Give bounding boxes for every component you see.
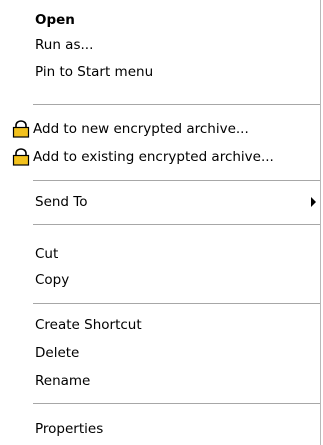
menu-item-properties[interactable]: Properties [0, 418, 320, 440]
lock-icon [11, 148, 31, 166]
menu-item-create-shortcut[interactable]: Create Shortcut [0, 314, 320, 336]
menu-item-send-to-label: Send To [35, 194, 88, 210]
menu-item-create-shortcut-label: Create Shortcut [35, 317, 142, 333]
menu-separator [33, 224, 320, 225]
menu-separator [33, 303, 320, 304]
menu-separator [33, 403, 320, 404]
menu-item-properties-label: Properties [35, 421, 104, 437]
menu-item-pin-to-start[interactable]: Pin to Start menu [0, 61, 320, 83]
menu-item-copy[interactable]: Copy [0, 269, 320, 291]
menu-item-copy-label: Copy [35, 272, 70, 288]
chevron-right-icon [311, 197, 316, 207]
menu-item-delete[interactable]: Delete [0, 342, 320, 364]
menu-item-cut-label: Cut [35, 246, 59, 262]
menu-item-cut[interactable]: Cut [0, 243, 320, 265]
menu-item-delete-label: Delete [35, 345, 80, 361]
menu-item-send-to[interactable]: Send To [0, 191, 320, 213]
menu-item-rename-label: Rename [35, 373, 91, 389]
menu-separator [33, 180, 320, 181]
menu-item-pin-to-start-label: Pin to Start menu [35, 64, 154, 80]
lock-icon [11, 120, 31, 138]
menu-item-open-label: Open [35, 12, 75, 28]
menu-item-add-existing-encrypted-archive[interactable]: Add to existing encrypted archive... [0, 146, 320, 168]
menu-separator [33, 104, 320, 105]
menu-item-open[interactable]: Open [0, 9, 320, 31]
menu-item-add-new-encrypted-archive[interactable]: Add to new encrypted archive... [0, 118, 320, 140]
context-menu: Open Run as... Pin to Start menu Add to … [0, 0, 321, 445]
menu-item-rename[interactable]: Rename [0, 370, 320, 392]
menu-item-add-existing-encrypted-archive-label: Add to existing encrypted archive... [33, 149, 274, 165]
menu-item-run-as[interactable]: Run as... [0, 34, 320, 56]
menu-item-add-new-encrypted-archive-label: Add to new encrypted archive... [33, 121, 249, 137]
menu-item-run-as-label: Run as... [35, 37, 94, 53]
